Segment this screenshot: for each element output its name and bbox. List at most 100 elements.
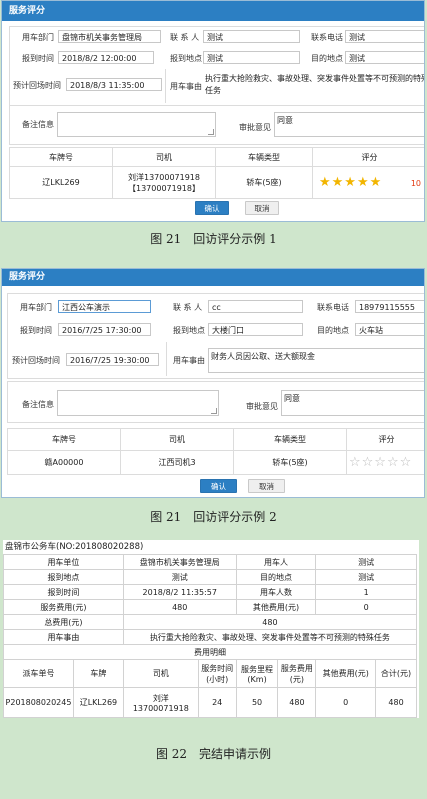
reason-label: 用车事由: [173, 356, 205, 365]
detail-fee: 480: [277, 687, 317, 718]
contact-field[interactable]: 测试: [203, 30, 300, 43]
detail-header-km: 服务里程(Km): [235, 659, 279, 688]
return-time-field[interactable]: 2018/8/3 11:35:00: [66, 78, 162, 91]
service-fee-label: 服务费用(元): [3, 599, 124, 615]
people-value: 1: [315, 584, 417, 600]
detail-km: 50: [235, 687, 279, 718]
return-time-label: 预计回场时间: [13, 81, 61, 90]
cancel-button[interactable]: 取消: [248, 479, 285, 493]
arrive-time-label: 报到时间: [22, 54, 54, 63]
reason-text-cont: 任务: [205, 86, 221, 95]
score-cell: ☆☆☆☆☆: [346, 450, 424, 475]
figure-caption-2: 图 21 回访评分示例 2: [150, 510, 277, 524]
user-value: 测试: [315, 554, 417, 570]
approval-label: 审批意见: [246, 402, 278, 411]
total-label: 总费用(元): [3, 614, 124, 630]
contact-field[interactable]: cc: [208, 300, 303, 313]
dest-value: 测试: [315, 569, 417, 585]
arrive-place-label: 报到地点: [173, 326, 205, 335]
panel-title: 服务评分: [2, 269, 424, 286]
detail-header-driver: 司机: [122, 659, 199, 688]
phone-label: 联系电话: [317, 303, 349, 312]
reason-textarea[interactable]: 财务人员因公取、送大额现金: [208, 348, 424, 373]
phone-field[interactable]: 测试: [345, 30, 424, 43]
dest-field[interactable]: 火车站: [355, 323, 424, 336]
arrive-time-value: 2018/8/2 11:35:57: [122, 584, 237, 600]
arrive-time-label: 报到时间: [3, 584, 124, 600]
phone-field[interactable]: 18979115555: [355, 300, 424, 313]
other-fee-value: 0: [315, 599, 417, 615]
detail-other: 0: [315, 687, 377, 718]
dept-field[interactable]: 江西公车演示: [58, 300, 151, 313]
detail-header-fee: 服务费用(元): [277, 659, 317, 688]
return-time-field[interactable]: 2016/7/25 19:30:00: [66, 353, 159, 366]
remark-textarea[interactable]: [57, 390, 219, 416]
resize-grip-icon[interactable]: [208, 129, 214, 135]
dest-field[interactable]: 测试: [345, 51, 424, 64]
confirm-button[interactable]: 确认: [195, 201, 229, 215]
completion-table: 用车单位 盘锦市机关事务管理局 用车人 测试 报到地点 测试 目的地点 测试 报…: [3, 554, 418, 718]
col-score-header: 评分: [312, 147, 424, 167]
col-plate-header: 车牌号: [7, 428, 121, 451]
contact-label: 联 系 人: [170, 33, 200, 42]
unit-label: 用车单位: [3, 554, 124, 570]
table-row: 赣A00000 江西司机3 轿车(5座) ☆☆☆☆☆: [7, 450, 424, 475]
reason-divider: [165, 69, 167, 103]
dest-label: 目的地点: [311, 54, 343, 63]
detail-driver: 刘洋 13700071918: [122, 687, 199, 718]
completion-form: 盘锦市公务车(NO:201808020288) 用车单位 盘锦市机关事务管理局 …: [3, 540, 419, 718]
arrive-place-value: 测试: [122, 569, 237, 585]
figure-caption-3: 图 22 完结申请示例: [155, 747, 272, 761]
detail-plate: 辽LKL269: [72, 687, 124, 718]
return-time-label: 预计回场时间: [12, 356, 60, 365]
star-rating-icon[interactable]: ★★★★★: [319, 175, 382, 190]
remark-label: 备注信息: [22, 120, 54, 129]
plate-cell: 辽LKL269: [9, 166, 113, 199]
unit-value: 盘锦市机关事务管理局: [122, 554, 237, 570]
detail-header-plate: 车牌: [72, 659, 124, 688]
table-row: P201808020245 辽LKL269 刘洋 13700071918 24 …: [3, 687, 417, 718]
arrive-time-field[interactable]: 2016/7/25 17:30:00: [58, 323, 151, 336]
detail-title: 费用明细: [3, 644, 417, 660]
detail-driver-phone: 13700071918: [132, 703, 189, 713]
arrive-place-label: 报到地点: [170, 54, 202, 63]
dept-field[interactable]: 盘锦市机关事务管理局: [58, 30, 161, 43]
approval-textarea[interactable]: 同意: [281, 390, 424, 416]
col-plate-header: 车牌号: [9, 147, 113, 167]
vehicle-rating-table: 车牌号 司机 车辆类型 评分 赣A00000 江西司机3 轿车(5座) ☆☆☆☆…: [7, 428, 424, 475]
arrive-place-label: 报到地点: [3, 569, 124, 585]
approval-textarea[interactable]: 同意: [274, 112, 424, 137]
vehicle-rating-table: 车牌号 司机 车辆类型 评分 辽LKL269 刘洋13700071918 【13…: [9, 147, 424, 199]
cartype-cell: 轿车(5座): [215, 166, 313, 199]
remark-label: 备注信息: [22, 400, 54, 409]
col-driver-header: 司机: [120, 428, 234, 451]
cancel-button[interactable]: 取消: [245, 201, 279, 215]
form-title: 盘锦市公务车(NO:201808020288): [5, 542, 144, 552]
reason-label: 用车事由: [170, 82, 202, 91]
resize-grip-icon[interactable]: [211, 408, 217, 414]
detail-driver-name: 刘洋: [152, 693, 169, 703]
arrive-place-field[interactable]: 测试: [203, 51, 300, 64]
col-cartype-header: 车辆类型: [233, 428, 347, 451]
reason-text: 执行重大抢险救灾、事故处理、突发事件处置等不可预测的特殊: [205, 74, 425, 83]
star-rating-icon[interactable]: ☆☆☆☆☆: [349, 455, 412, 470]
confirm-button[interactable]: 确认: [200, 479, 237, 493]
plate-cell: 赣A00000: [7, 450, 121, 475]
phone-label: 联系电话: [311, 33, 343, 42]
driver-name: 刘洋13700071918: [128, 172, 200, 182]
detail-header-hours: 服务时间(小时): [197, 659, 237, 688]
arrive-time-field[interactable]: 2018/8/2 12:00:00: [58, 51, 154, 64]
user-label: 用车人: [235, 554, 317, 570]
service-rating-panel-1: 服务评分 用车部门 盘锦市机关事务管理局 联 系 人 测试 联系电话 测试 报到…: [1, 0, 425, 222]
col-cartype-header: 车辆类型: [215, 147, 313, 167]
arrive-time-label: 报到时间: [20, 326, 52, 335]
dept-label: 用车部门: [22, 33, 54, 42]
remark-textarea[interactable]: [57, 112, 216, 137]
driver-cell: 江西司机3: [120, 450, 234, 475]
detail-total: 480: [375, 687, 417, 718]
other-fee-label: 其他费用(元): [235, 599, 317, 615]
panel-title: 服务评分: [2, 1, 424, 21]
figure-caption-1: 图 21 回访评分示例 1: [150, 232, 277, 246]
arrive-place-field[interactable]: 大楼门口: [208, 323, 303, 336]
reason-value: 执行重大抢险救灾、事故处理、突发事件处置等不可预测的特殊任务: [122, 629, 418, 645]
